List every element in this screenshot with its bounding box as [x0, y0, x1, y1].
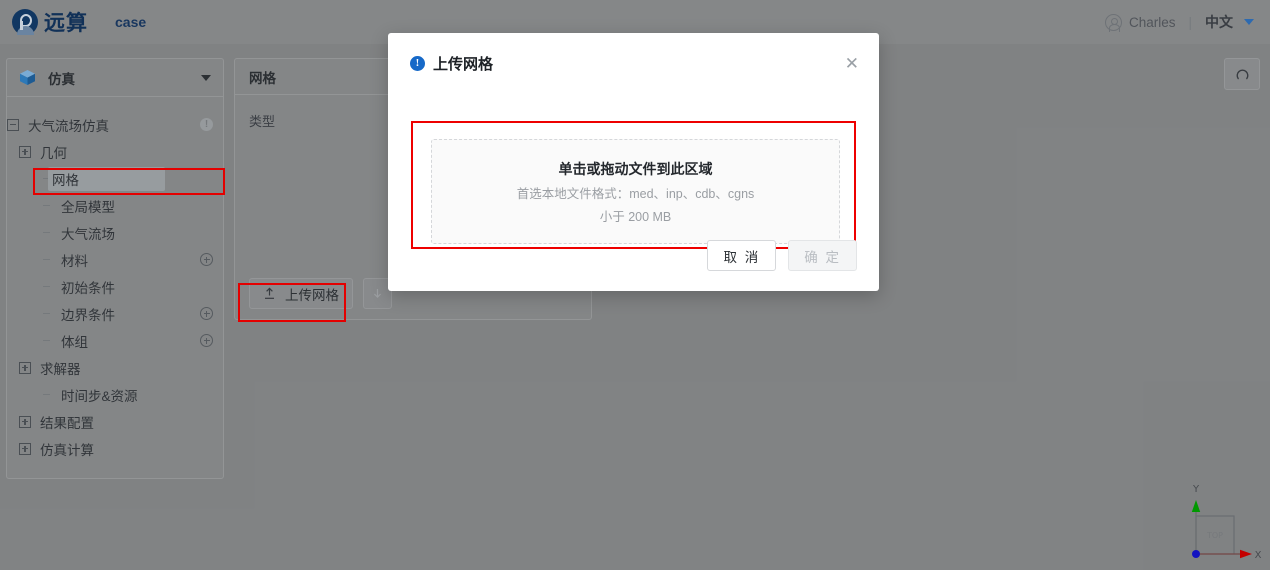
dropzone-highlight: 单击或拖动文件到此区域 首选本地文件格式：med、inp、cdb、cgns 小于…: [411, 121, 856, 249]
dropzone-size-text: 小于 200 MB: [599, 209, 672, 224]
dialog-actions: 取 消 确 定: [707, 240, 857, 271]
cancel-button[interactable]: 取 消: [707, 240, 777, 271]
upload-mesh-dialog: ! 上传网格 ✕ 单击或拖动文件到此区域 首选本地文件格式：med、inp、cd…: [388, 33, 879, 291]
dialog-title: 上传网格: [433, 56, 494, 73]
info-circle-icon: !: [410, 56, 425, 71]
dropzone-format-text: 首选本地文件格式：med、inp、cdb、cgns: [516, 186, 755, 201]
dialog-header: ! 上传网格 ✕: [388, 33, 879, 74]
app-root: 远算 case Charles | 中文 仿真 大气流场仿真 ! 几何 网格 全…: [0, 0, 1270, 570]
file-dropzone[interactable]: 单击或拖动文件到此区域 首选本地文件格式：med、inp、cdb、cgns 小于…: [431, 139, 840, 244]
close-icon[interactable]: ✕: [845, 55, 859, 72]
confirm-button: 确 定: [788, 240, 857, 271]
dropzone-primary-text: 单击或拖动文件到此区域: [558, 160, 713, 177]
